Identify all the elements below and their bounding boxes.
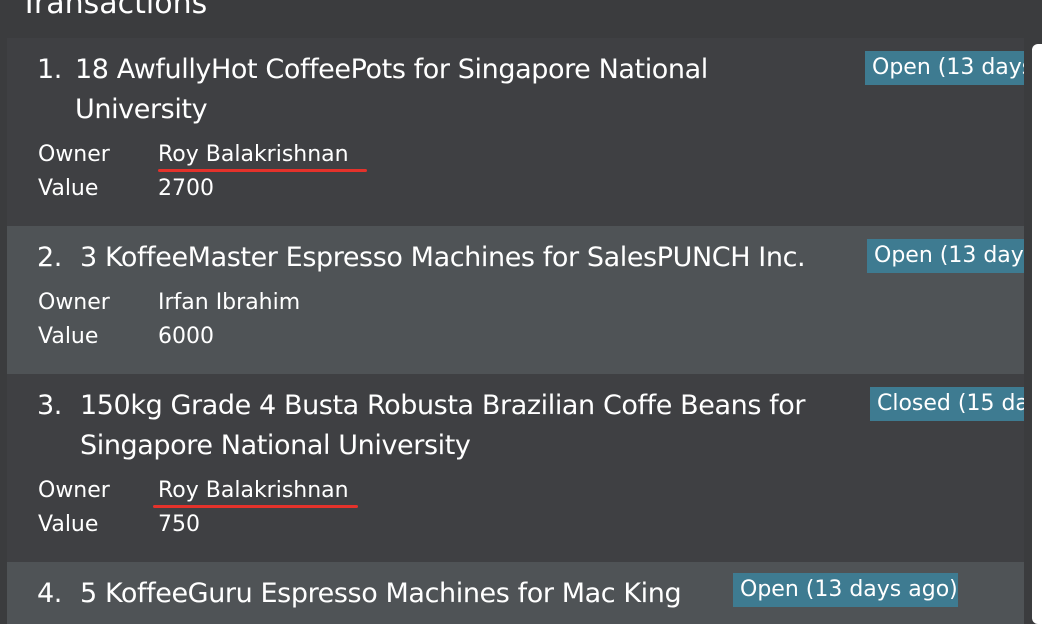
value-label: Value: [38, 324, 99, 349]
owner-label: Owner: [38, 142, 110, 167]
value-amount: 750: [158, 512, 200, 537]
transaction-title: 4. 5 KoffeeGuru Espresso Machines for Mac…: [37, 574, 682, 614]
owner-label: Owner: [38, 290, 110, 315]
transaction-index: 1.: [37, 54, 62, 85]
value-amount: 6000: [158, 324, 214, 349]
transaction-title-continued: Singapore National University: [80, 430, 471, 461]
transaction-index: 4.: [37, 578, 62, 609]
transaction-title-continued: University: [75, 94, 208, 125]
owner-value: Irfan Ibrahim: [158, 290, 301, 315]
owner-highlight-underline: [153, 505, 358, 508]
status-badge: Open (13 days ago): [733, 573, 958, 607]
transaction-title: 1. 18 AwfullyHot CoffeePots for Singapore…: [37, 50, 708, 90]
scrollbar-thumb[interactable]: [1032, 44, 1042, 624]
transaction-index: 2.: [37, 242, 62, 273]
owner-label: Owner: [38, 478, 110, 503]
transaction-description: 3 KoffeeMaster Espresso Machines for Sal…: [80, 242, 806, 273]
transaction-card-4[interactable]: 4. 5 KoffeeGuru Espresso Machines for Mac…: [7, 562, 1024, 624]
transaction-card-2[interactable]: 2. 3 KoffeeMaster Espresso Machines for S…: [7, 226, 1024, 374]
transaction-card-3[interactable]: 3. 150kg Grade 4 Busta Robusta Brazilian …: [7, 374, 1024, 562]
transaction-index: 3.: [37, 390, 62, 421]
status-badge: Open (13 days ago): [867, 239, 1024, 273]
owner-highlight-underline: [158, 169, 367, 172]
panel-title: Transactions: [20, 0, 208, 21]
owner-value: Roy Balakrishnan: [158, 142, 349, 167]
value-label: Value: [38, 176, 99, 201]
transaction-list[interactable]: 1. 18 AwfullyHot CoffeePots for Singapore…: [7, 38, 1024, 624]
transaction-description: 5 KoffeeGuru Espresso Machines for Mac K…: [80, 578, 682, 609]
transactions-panel: Transactions 1. 18 AwfullyHot CoffeePots …: [0, 0, 1042, 624]
status-badge: Closed (15 days ago): [870, 387, 1024, 421]
value-amount: 2700: [158, 176, 214, 201]
value-label: Value: [38, 512, 99, 537]
status-badge: Open (13 days ago): [865, 51, 1024, 85]
transaction-card-1[interactable]: 1. 18 AwfullyHot CoffeePots for Singapore…: [7, 38, 1024, 226]
transaction-title: 3. 150kg Grade 4 Busta Robusta Brazilian …: [37, 386, 806, 426]
transaction-description: 150kg Grade 4 Busta Robusta Brazilian Co…: [80, 390, 806, 421]
owner-value: Roy Balakrishnan: [158, 478, 349, 503]
transaction-title: 2. 3 KoffeeMaster Espresso Machines for S…: [37, 238, 806, 278]
transaction-description: 18 AwfullyHot CoffeePots for Singapore N…: [75, 54, 708, 85]
